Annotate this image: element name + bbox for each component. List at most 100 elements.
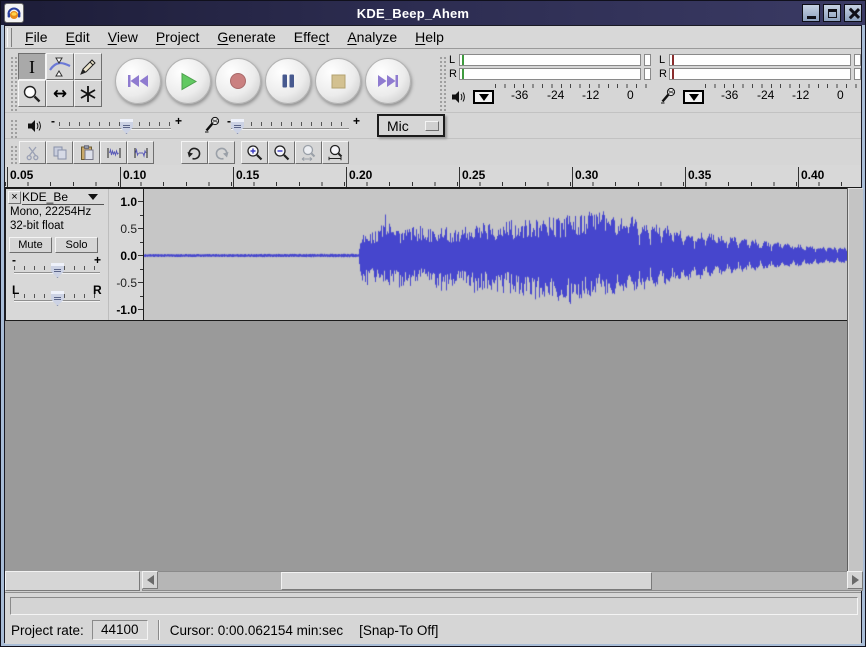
close-button[interactable] bbox=[844, 4, 862, 22]
play-button[interactable] bbox=[165, 58, 211, 104]
triangle-left-icon bbox=[147, 575, 154, 585]
output-volume-max-label: + bbox=[175, 114, 182, 128]
vertical-ruler: 1.0 0.5 0.0 -0.5 -1.0 bbox=[108, 189, 143, 320]
slider-groove bbox=[231, 128, 349, 130]
h-scrollbar-left-arrow[interactable] bbox=[142, 571, 158, 589]
mute-button[interactable]: Mute bbox=[9, 237, 52, 253]
zoom-out-icon bbox=[273, 144, 290, 161]
play-icon bbox=[179, 72, 198, 91]
pan-slider-thumb[interactable] bbox=[51, 291, 64, 306]
ruler-label: -0.5 bbox=[109, 276, 137, 290]
undo-button[interactable] bbox=[181, 141, 208, 164]
mixer-toolbar: - + - bbox=[5, 113, 861, 139]
paste-button[interactable] bbox=[73, 141, 100, 164]
h-scrollbar-thumb[interactable] bbox=[281, 572, 652, 590]
meter-scale-label: -24 bbox=[547, 88, 564, 102]
minimize-button[interactable] bbox=[802, 4, 820, 22]
ruler-minor-ticks bbox=[5, 182, 861, 186]
mixer-toolbar-grip[interactable] bbox=[9, 118, 17, 139]
output-volume-slider-thumb[interactable] bbox=[120, 119, 133, 134]
status-separator bbox=[158, 620, 160, 640]
waveform-view[interactable] bbox=[143, 189, 848, 320]
title-bar[interactable]: KDE_Beep_Ahem bbox=[1, 1, 865, 25]
menu-bar: File Edit View Project Generate Effect A… bbox=[5, 26, 861, 49]
menu-analyze[interactable]: Analyze bbox=[338, 27, 406, 47]
stop-button[interactable] bbox=[315, 58, 361, 104]
track-title: KDE_Be bbox=[22, 190, 88, 204]
input-volume-slider[interactable] bbox=[231, 115, 349, 137]
meter-channel-label: R bbox=[449, 68, 459, 80]
record-button[interactable] bbox=[215, 58, 261, 104]
recording-meter-bar-right bbox=[669, 68, 851, 80]
zoom-in-button[interactable] bbox=[241, 141, 268, 164]
top-toolbar-row: I ↔ bbox=[5, 49, 861, 113]
trim-icon bbox=[106, 145, 122, 161]
playback-meter-bar-left bbox=[459, 54, 641, 66]
menu-view[interactable]: View bbox=[99, 27, 147, 47]
scrollbar-row bbox=[5, 571, 861, 592]
draw-tool-button[interactable] bbox=[74, 53, 102, 80]
waveform-canvas[interactable] bbox=[144, 189, 848, 320]
multi-tool-button[interactable] bbox=[74, 80, 102, 107]
playback-meter-menu-button[interactable] bbox=[473, 90, 494, 104]
menu-edit[interactable]: Edit bbox=[57, 27, 99, 47]
maximize-button[interactable] bbox=[823, 4, 841, 22]
copy-button[interactable] bbox=[46, 141, 73, 164]
project-rate-value[interactable]: 44100 bbox=[92, 620, 148, 640]
gain-slider-thumb[interactable] bbox=[51, 263, 64, 278]
menu-effect[interactable]: Effect bbox=[285, 27, 339, 47]
redo-button[interactable] bbox=[208, 141, 235, 164]
minimize-icon bbox=[807, 16, 816, 19]
pause-button[interactable] bbox=[265, 58, 311, 104]
record-icon bbox=[229, 72, 247, 90]
meter-scale-label: -24 bbox=[757, 88, 774, 102]
skip-end-button[interactable] bbox=[365, 58, 411, 104]
track-area: × KDE_Be Mono, 22254Hz 32-bit float Mute… bbox=[5, 188, 861, 571]
gain-slider[interactable]: - + bbox=[14, 257, 100, 279]
trim-button[interactable] bbox=[100, 141, 127, 164]
menu-generate[interactable]: Generate bbox=[208, 27, 284, 47]
magnifier-icon bbox=[22, 84, 42, 104]
meter-toolbar-grip[interactable] bbox=[438, 55, 446, 113]
zoom-tool-button[interactable] bbox=[18, 80, 46, 107]
combo-dropdown-button[interactable] bbox=[425, 121, 439, 131]
ruler-label: 0.5 bbox=[109, 222, 137, 236]
fit-selection-button[interactable] bbox=[295, 141, 322, 164]
pan-slider[interactable]: L R bbox=[14, 285, 100, 307]
input-source-select[interactable]: Mic bbox=[377, 114, 445, 137]
tools-toolbar-grip[interactable] bbox=[9, 55, 17, 113]
fit-project-icon bbox=[327, 144, 344, 161]
h-scrollbar-right-arrow[interactable] bbox=[847, 571, 863, 589]
timeshift-tool-button[interactable]: ↔ bbox=[46, 80, 74, 107]
scissors-icon bbox=[25, 145, 41, 161]
menu-help[interactable]: Help bbox=[406, 27, 453, 47]
envelope-tool-button[interactable] bbox=[46, 53, 74, 80]
recording-meter-menu-button[interactable] bbox=[683, 90, 704, 104]
zoom-in-icon bbox=[246, 144, 263, 161]
menu-project[interactable]: Project bbox=[147, 27, 209, 47]
toolbar-dock: I ↔ bbox=[5, 49, 861, 165]
track-close-button[interactable]: × bbox=[8, 191, 21, 204]
menubar-handle[interactable] bbox=[7, 28, 12, 47]
vertical-scrollbar[interactable] bbox=[847, 188, 863, 571]
selection-tool-button[interactable]: I bbox=[18, 53, 46, 80]
stop-icon bbox=[331, 74, 346, 89]
fit-project-button[interactable] bbox=[322, 141, 349, 164]
menu-file[interactable]: File bbox=[16, 27, 57, 47]
input-volume-slider-thumb[interactable] bbox=[231, 119, 244, 134]
meter-scale-label: -36 bbox=[511, 88, 528, 102]
skip-start-button[interactable] bbox=[115, 58, 161, 104]
cut-button[interactable] bbox=[19, 141, 46, 164]
silence-button[interactable] bbox=[127, 141, 154, 164]
track-title-menu[interactable]: KDE_Be bbox=[22, 190, 104, 205]
horizontal-scrollbar[interactable] bbox=[142, 571, 863, 591]
output-volume-slider[interactable] bbox=[59, 115, 171, 137]
ruler-label: 1.0 bbox=[109, 195, 137, 209]
zoom-out-button[interactable] bbox=[268, 141, 295, 164]
edit-toolbar-grip[interactable] bbox=[9, 144, 17, 165]
maximize-icon bbox=[828, 9, 837, 18]
meter-channel-label: L bbox=[659, 54, 669, 66]
solo-button[interactable]: Solo bbox=[55, 237, 98, 253]
close-icon bbox=[848, 8, 859, 19]
timeline-ruler[interactable]: 0.05 0.10 0.15 0.20 0.25 0.30 0.35 0.40 bbox=[5, 165, 861, 188]
